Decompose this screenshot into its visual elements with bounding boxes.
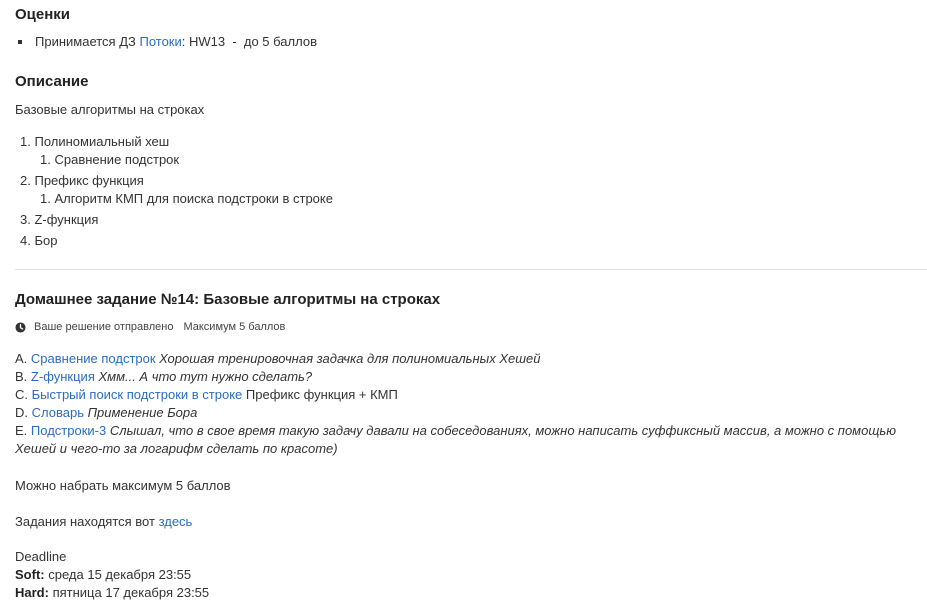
- task-link[interactable]: Словарь: [32, 405, 84, 420]
- task-note: Префикс функция + КМП: [245, 387, 398, 402]
- tasks-location-link[interactable]: здесь: [159, 514, 193, 529]
- description-text: Базовые алгоритмы на строках: [15, 102, 205, 117]
- task-item: B. Z-функция Хмм... А что тут нужно сдел…: [15, 368, 920, 386]
- deadline-hard-value: пятница 17 декабря 23:55: [52, 585, 210, 600]
- tasks-location: Задания находятся вот здесь: [15, 513, 192, 531]
- subtopic-label: Алгоритм КМП для поиска подстроки в стро…: [54, 191, 333, 206]
- task-link[interactable]: Сравнение подстрок: [31, 351, 156, 366]
- task-item: A. Сравнение подстрок Хорошая тренировоч…: [15, 350, 920, 368]
- topic-number: 3.: [20, 212, 31, 227]
- grades-heading: Оценки: [15, 6, 71, 23]
- topic-item: 2. Префикс функция: [20, 172, 333, 190]
- tasks-list: A. Сравнение подстрок Хорошая тренировоч…: [15, 350, 920, 458]
- task-item: C. Быстрый поиск подстроки в строке Преф…: [15, 386, 920, 404]
- clock-icon: [15, 321, 26, 333]
- task-link[interactable]: Z-функция: [31, 369, 95, 384]
- deadline-label: Deadline: [15, 549, 67, 564]
- task-letter: C.: [15, 387, 28, 402]
- subtopic-number: 1.: [40, 191, 51, 206]
- bullet-icon: [18, 40, 22, 44]
- topic-label: Бор: [34, 233, 58, 248]
- deadline-soft-label: Soft:: [15, 567, 45, 582]
- topic-number: 4.: [20, 233, 31, 248]
- deadline-hard: Hard: пятница 17 декабря 23:55: [15, 584, 209, 602]
- grades-item: Принимается ДЗ Потоки: HW13 - до 5 балло…: [15, 33, 317, 51]
- subtopic-number: 1.: [40, 152, 51, 167]
- task-note: Хорошая тренировочная задачка для полино…: [159, 351, 541, 366]
- task-letter: B.: [15, 369, 28, 384]
- topic-label: Префикс функция: [34, 173, 144, 188]
- max-points-text: Можно набрать максимум 5 баллов: [15, 478, 231, 493]
- tasks-location-text: Задания находятся вот: [15, 514, 159, 529]
- topic-item: 1. Полиномиальный хеш: [20, 133, 333, 151]
- task-letter: A.: [15, 351, 28, 366]
- topic-label: Z-функция: [34, 212, 99, 227]
- task-link[interactable]: Подстроки-3: [31, 423, 106, 438]
- subtopic-item: 1. Алгоритм КМП для поиска подстроки в с…: [20, 190, 333, 208]
- topics-list: 1. Полиномиальный хеш 1. Сравнение подст…: [20, 133, 333, 250]
- task-letter: E.: [15, 423, 28, 438]
- deadline-soft: Soft: среда 15 декабря 23:55: [15, 566, 209, 584]
- topic-item: 3. Z-функция: [20, 211, 333, 229]
- task-link[interactable]: Быстрый поиск подстроки в строке: [32, 387, 243, 402]
- task-item: D. Словарь Применение Бора: [15, 404, 920, 422]
- subtopic-label: Сравнение подстрок: [54, 152, 180, 167]
- topic-label: Полиномиальный хеш: [34, 134, 170, 149]
- status-text: Ваше решение отправлено: [34, 321, 174, 333]
- topic-number: 1.: [20, 134, 31, 149]
- deadline-block: Deadline Soft: среда 15 декабря 23:55 Ha…: [15, 548, 209, 602]
- task-note: Хмм... А что тут нужно сделать?: [98, 369, 313, 384]
- task-item: E. Подстроки-3 Слышал, что в свое время …: [15, 422, 920, 458]
- grades-list: Принимается ДЗ Потоки: HW13 - до 5 балло…: [15, 33, 317, 51]
- topic-item: 4. Бор: [20, 232, 333, 250]
- grades-item-suffix: : HW13 - до 5 баллов: [181, 34, 317, 49]
- task-note: Слышал, что в свое время такую задачу да…: [15, 423, 896, 456]
- task-note: Применение Бора: [87, 405, 198, 420]
- topic-number: 2.: [20, 173, 31, 188]
- grades-item-link[interactable]: Потоки: [139, 34, 181, 49]
- grades-item-prefix: Принимается ДЗ: [35, 34, 140, 49]
- subtopic-item: 1. Сравнение подстрок: [20, 151, 333, 169]
- description-heading: Описание: [15, 73, 89, 90]
- homework-heading: Домашнее задание №14: Базовые алгоритмы …: [15, 291, 441, 308]
- section-divider: [15, 269, 927, 270]
- submission-status: Ваше решение отправлено Максимум 5 балло…: [15, 318, 285, 336]
- max-points: Максимум 5 баллов: [183, 321, 286, 333]
- deadline-soft-value: среда 15 декабря 23:55: [48, 567, 192, 582]
- deadline-hard-label: Hard:: [15, 585, 49, 600]
- task-letter: D.: [15, 405, 28, 420]
